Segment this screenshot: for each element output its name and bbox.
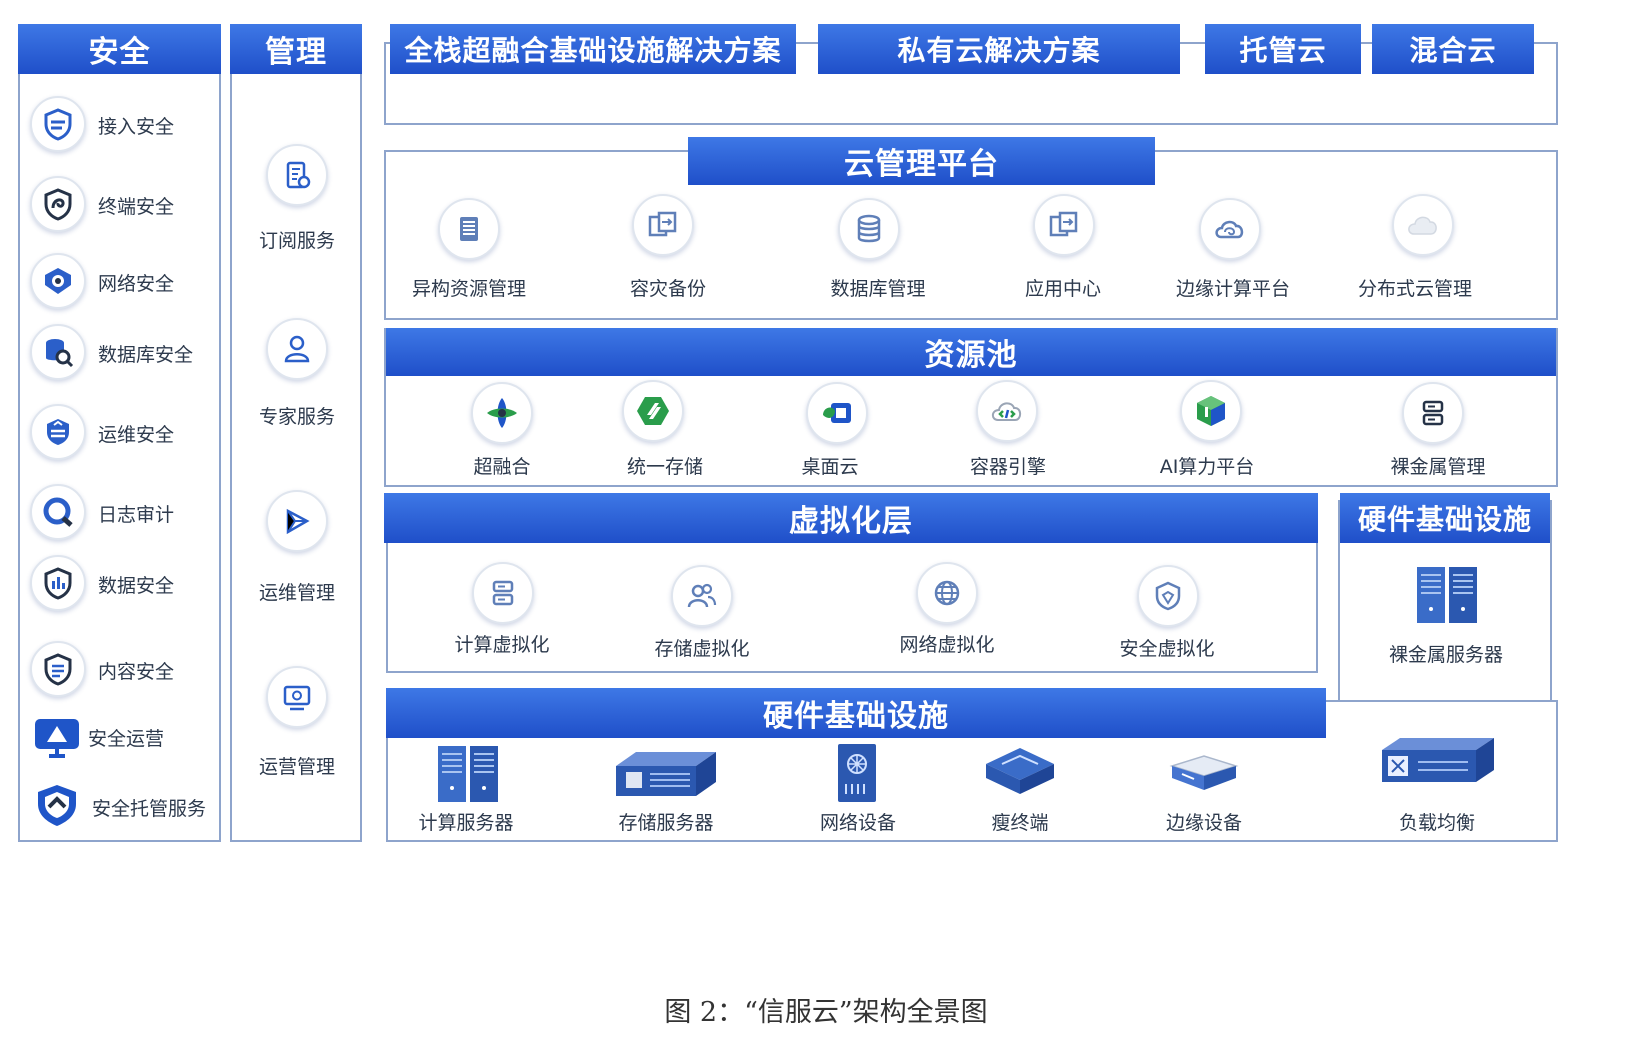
baremetal-server-icon (1402, 382, 1464, 444)
edge-device-icon (1168, 752, 1240, 796)
management-item-label: 运营管理 (258, 756, 336, 778)
management-item-label: 运维管理 (258, 582, 336, 604)
hardware-item-label: 边缘设备 (1165, 812, 1243, 834)
cloud-platform-item-label: 边缘计算平台 (1175, 278, 1291, 300)
solution-hosted-cloud: 托管云 (1205, 24, 1361, 74)
management-item-label: 订阅服务 (258, 230, 336, 252)
virtualization-item-label: 计算虚拟化 (454, 634, 550, 656)
app-transfer-icon (1033, 194, 1095, 256)
desktop-cloud-logo-icon (806, 382, 868, 444)
hardware-item-label: 瘦终端 (991, 812, 1049, 834)
ops-shield-icon (30, 404, 86, 460)
security-shield-icon (1137, 565, 1199, 627)
management-header: 管理 (230, 24, 362, 74)
hardware-item-label: 计算服务器 (418, 812, 514, 834)
resource-pool-item-label: 裸金属管理 (1390, 456, 1486, 478)
resource-pool-item-label: 桌面云 (801, 456, 859, 478)
security-item-label: 日志审计 (98, 504, 175, 526)
security-item-label: 运维安全 (98, 424, 175, 446)
globe-icon (916, 562, 978, 624)
security-item-label: 内容安全 (98, 661, 175, 683)
hardware-right-header: 硬件基础设施 (1340, 493, 1550, 543)
virtualization-header: 虚拟化层 (384, 493, 1318, 543)
hci-logo-icon (471, 382, 533, 444)
compute-rack-icon (436, 744, 500, 804)
hardware-item-label: 负载均衡 (1398, 812, 1476, 834)
resource-pool-item-label: 超融合 (473, 456, 531, 478)
storage-users-icon (671, 565, 733, 627)
management-item-label: 专家服务 (258, 406, 336, 428)
managed-shield-icon (34, 782, 80, 828)
hardware-item-label: 存储服务器 (618, 812, 714, 834)
security-item-label: 数据安全 (98, 575, 175, 597)
solution-full-stack: 全栈超融合基础设施解决方案 (390, 24, 796, 74)
subscription-doc-icon (266, 144, 328, 206)
security-item-label: 网络安全 (98, 273, 175, 295)
data-shield-icon (30, 555, 86, 611)
resource-pool-header: 资源池 (386, 328, 1556, 376)
baremetal-rack-icon (1415, 565, 1479, 625)
solution-private-cloud: 私有云解决方案 (818, 24, 1180, 74)
security-item-label: 接入安全 (98, 116, 175, 138)
ai-cube-icon (1180, 380, 1242, 442)
storage-box-icon (612, 748, 718, 798)
hardware-item-label: 网络设备 (819, 812, 897, 834)
cloud-icon (1392, 194, 1454, 256)
resource-pool-item-label: 统一存储 (626, 456, 704, 478)
storage-logo-icon (622, 380, 684, 442)
content-shield-icon (30, 641, 86, 697)
security-header: 安全 (18, 24, 221, 74)
terminal-shield-icon (30, 176, 86, 232)
virtualization-item-label: 网络虚拟化 (899, 634, 995, 656)
container-cloud-icon (976, 380, 1038, 442)
operations-monitor-icon (266, 666, 328, 728)
database-search-icon (30, 324, 86, 380)
edge-cloud-icon (1199, 198, 1261, 260)
resource-pool-item-label: 容器引擎 (969, 456, 1047, 478)
cloud-platform-item-label: 数据库管理 (830, 278, 926, 300)
cloud-platform-item-label: 容灾备份 (629, 278, 707, 300)
virtualization-item-label: 安全虚拟化 (1119, 638, 1215, 660)
database-icon (838, 198, 900, 260)
monitor-ops-icon (34, 718, 80, 758)
compute-server-icon (472, 562, 534, 624)
cloud-platform-item-label: 分布式云管理 (1357, 278, 1473, 300)
expert-person-icon (266, 318, 328, 380)
cloud-platform-item-label: 应用中心 (1024, 278, 1102, 300)
access-shield-icon (30, 96, 86, 152)
resource-pool-item-label: AI算力平台 (1159, 456, 1255, 478)
solution-hybrid-cloud: 混合云 (1372, 24, 1534, 74)
cloud-platform-header: 云管理平台 (688, 137, 1155, 185)
backup-transfer-icon (632, 194, 694, 256)
network-device-icon (836, 742, 878, 804)
figure-caption: 图 2：“信服云”架构全景图 (664, 997, 988, 1028)
security-item-label: 安全运营 (88, 728, 165, 750)
hardware-header: 硬件基础设施 (386, 688, 1326, 738)
security-item-label: 终端安全 (98, 196, 175, 218)
security-item-label: 安全托管服务 (92, 798, 207, 820)
network-shield-icon (30, 253, 86, 309)
ops-nodes-icon (266, 490, 328, 552)
security-item-label: 数据库安全 (98, 344, 194, 366)
server-rack-icon (438, 198, 500, 260)
thin-client-icon (982, 742, 1058, 800)
log-audit-icon (30, 484, 86, 540)
hardware-right-item-label: 裸金属服务器 (1388, 644, 1504, 666)
cloud-platform-item-label: 异构资源管理 (411, 278, 527, 300)
virtualization-item-label: 存储虚拟化 (654, 638, 750, 660)
load-balancer-icon (1378, 734, 1496, 784)
